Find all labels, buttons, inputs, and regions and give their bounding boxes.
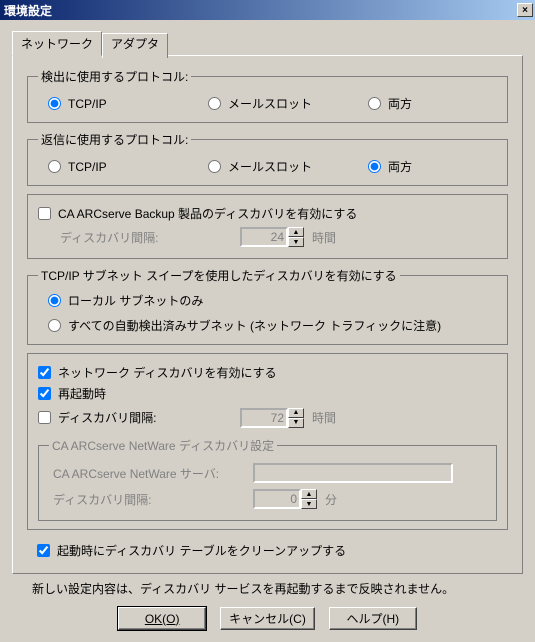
checkbox-arcserve-enable[interactable]: CA ARCserve Backup 製品のディスカバリを有効にする <box>38 203 497 224</box>
help-button-label: ヘルプ(H) <box>346 612 399 626</box>
tab-strip: ネットワーク アダプタ <box>12 31 523 56</box>
netware-legend: CA ARCserve NetWare ディスカバリ設定 <box>49 437 277 454</box>
checkbox-netdisc-enable-label: ネットワーク ディスカバリを有効にする <box>58 364 277 381</box>
radio-detect-both[interactable]: 両方 <box>368 95 468 112</box>
spin-down-icon[interactable]: ▼ <box>288 237 304 247</box>
radio-sweep-local-input[interactable] <box>48 294 61 307</box>
checkbox-cleanup-label: 起動時にディスカバリ テーブルをクリーンアップする <box>57 542 346 559</box>
checkbox-netdisc-interval-input[interactable] <box>38 411 51 424</box>
group-netware: CA ARCserve NetWare ディスカバリ設定 CA ARCserve… <box>38 437 497 521</box>
cancel-button-label: キャンセル(C) <box>229 612 306 626</box>
group-tcpip-sweep: TCP/IP サブネット スイープを使用したディスカバリを有効にする ローカル … <box>27 267 508 345</box>
tab-network[interactable]: ネットワーク <box>12 31 102 56</box>
group-detect-protocol: 検出に使用するプロトコル: TCP/IP メールスロット 両方 <box>27 68 508 123</box>
tab-panel-network: 検出に使用するプロトコル: TCP/IP メールスロット 両方 返信に使用するプ… <box>12 55 523 574</box>
radio-reply-both-label: 両方 <box>388 158 412 175</box>
netware-interval-label: ディスカバリ間隔: <box>53 491 253 508</box>
tab-adapter-label: アダプタ <box>111 37 159 51</box>
checkbox-arcserve-enable-label: CA ARCserve Backup 製品のディスカバリを有効にする <box>58 205 357 222</box>
arcserve-interval-label: ディスカバリ間隔: <box>60 229 240 246</box>
checkbox-netdisc-enable[interactable]: ネットワーク ディスカバリを有効にする <box>38 362 497 383</box>
radio-detect-both-label: 両方 <box>388 95 412 112</box>
netdisc-interval-input[interactable] <box>240 408 288 428</box>
spin-up-icon[interactable]: ▲ <box>301 489 317 499</box>
close-button[interactable]: × <box>517 3 533 17</box>
netware-interval-unit: 分 <box>325 491 337 508</box>
radio-sweep-local-label: ローカル サブネットのみ <box>68 292 203 309</box>
radio-sweep-all-input[interactable] <box>48 319 61 332</box>
close-icon: × <box>522 5 528 16</box>
netware-interval-spinner: ▲ ▼ <box>253 489 317 509</box>
dialog-button-row: OK(O) キャンセル(C) ヘルプ(H) <box>12 607 523 634</box>
radio-detect-mailslot-input[interactable] <box>208 97 221 110</box>
spin-up-icon[interactable]: ▲ <box>288 227 304 237</box>
radio-detect-tcpip[interactable]: TCP/IP <box>48 95 208 112</box>
arcserve-interval-unit: 時間 <box>312 229 336 246</box>
checkbox-netdisc-enable-input[interactable] <box>38 366 51 379</box>
radio-detect-tcpip-label: TCP/IP <box>68 97 107 111</box>
ok-button[interactable]: OK(O) <box>118 607 206 630</box>
arcserve-interval-input[interactable] <box>240 227 288 247</box>
checkbox-netdisc-onrestart-label: 再起動時 <box>58 385 106 402</box>
group-reply-protocol: 返信に使用するプロトコル: TCP/IP メールスロット 両方 <box>27 131 508 186</box>
radio-sweep-local[interactable]: ローカル サブネットのみ <box>38 290 497 311</box>
netdisc-interval-unit: 時間 <box>312 409 336 426</box>
arcserve-interval-spinner: ▲ ▼ <box>240 227 304 247</box>
group-arcserve-backup: CA ARCserve Backup 製品のディスカバリを有効にする ディスカバ… <box>27 194 508 259</box>
radio-reply-tcpip-input[interactable] <box>48 160 61 173</box>
radio-reply-tcpip[interactable]: TCP/IP <box>48 158 208 175</box>
window-title: 環境設定 <box>4 2 517 19</box>
radio-reply-mailslot[interactable]: メールスロット <box>208 158 368 175</box>
netware-server-input[interactable] <box>253 463 453 483</box>
help-button[interactable]: ヘルプ(H) <box>329 607 417 630</box>
radio-detect-both-input[interactable] <box>368 97 381 110</box>
netdisc-interval-spinner: ▲ ▼ <box>240 408 304 428</box>
netware-interval-input[interactable] <box>253 489 301 509</box>
radio-detect-mailslot-label: メールスロット <box>228 95 312 112</box>
client-area: ネットワーク アダプタ 検出に使用するプロトコル: TCP/IP メールスロット… <box>0 20 535 642</box>
checkbox-netdisc-interval[interactable]: ディスカバリ間隔: <box>38 407 240 428</box>
radio-detect-mailslot[interactable]: メールスロット <box>208 95 368 112</box>
radio-reply-both-input[interactable] <box>368 160 381 173</box>
radio-sweep-all-label: すべての自動検出済みサブネット (ネットワーク トラフィックに注意) <box>68 317 441 334</box>
radio-detect-tcpip-input[interactable] <box>48 97 61 110</box>
checkbox-cleanup[interactable]: 起動時にディスカバリ テーブルをクリーンアップする <box>27 538 508 563</box>
spin-up-icon[interactable]: ▲ <box>288 408 304 418</box>
detect-protocol-legend: 検出に使用するプロトコル: <box>38 68 191 85</box>
title-bar: 環境設定 × <box>0 0 535 20</box>
tab-network-label: ネットワーク <box>21 37 93 51</box>
tab-adapter[interactable]: アダプタ <box>102 33 168 58</box>
restart-note: 新しい設定内容は、ディスカバリ サービスを再起動するまで反映されません。 <box>12 574 523 607</box>
radio-sweep-all[interactable]: すべての自動検出済みサブネット (ネットワーク トラフィックに注意) <box>38 311 497 336</box>
cancel-button[interactable]: キャンセル(C) <box>220 607 315 630</box>
tcpip-sweep-legend: TCP/IP サブネット スイープを使用したディスカバリを有効にする <box>38 267 400 284</box>
spin-down-icon[interactable]: ▼ <box>288 418 304 428</box>
checkbox-arcserve-enable-input[interactable] <box>38 207 51 220</box>
group-network-discovery: ネットワーク ディスカバリを有効にする 再起動時 ディスカバリ間隔: ▲ ▼ <box>27 353 508 530</box>
netware-server-label: CA ARCserve NetWare サーバ: <box>53 465 253 482</box>
ok-button-label: OK(O) <box>145 612 180 626</box>
checkbox-netdisc-interval-label: ディスカバリ間隔: <box>58 409 157 426</box>
radio-reply-tcpip-label: TCP/IP <box>68 160 107 174</box>
radio-reply-both[interactable]: 両方 <box>368 158 468 175</box>
radio-reply-mailslot-label: メールスロット <box>228 158 312 175</box>
radio-reply-mailslot-input[interactable] <box>208 160 221 173</box>
spin-down-icon[interactable]: ▼ <box>301 499 317 509</box>
checkbox-netdisc-onrestart-input[interactable] <box>38 387 51 400</box>
checkbox-cleanup-input[interactable] <box>37 544 50 557</box>
checkbox-netdisc-onrestart[interactable]: 再起動時 <box>38 383 497 404</box>
reply-protocol-legend: 返信に使用するプロトコル: <box>38 131 191 148</box>
